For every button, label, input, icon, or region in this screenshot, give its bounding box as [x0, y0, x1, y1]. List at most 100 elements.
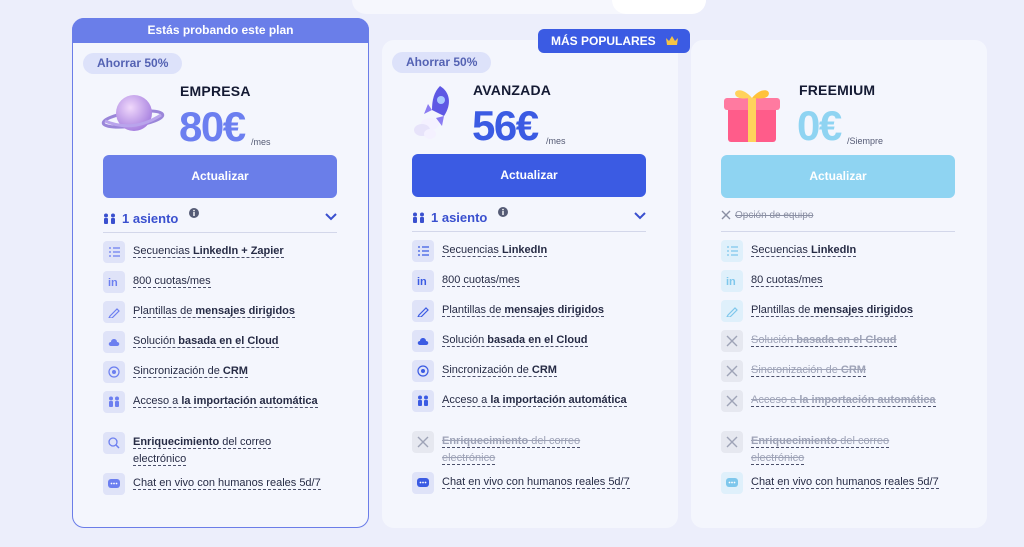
feature-text-bold: la importación automática [490, 394, 627, 406]
feature-text-pre: Sincronización de [751, 364, 841, 376]
feature-text: Chat en vivo con humanos reales 5d/7 [133, 475, 323, 492]
chevron-down-icon[interactable] [325, 213, 337, 221]
feature-text-pre: 800 cuotas/mes [442, 274, 520, 286]
close-icon [721, 390, 743, 412]
people-icon [413, 212, 424, 223]
linkedin-icon: in [103, 271, 125, 293]
seat-selector[interactable]: 1 asiento [103, 208, 337, 229]
pen-icon [412, 300, 434, 322]
feature-text: Plantillas de mensajes dirigidos [751, 302, 941, 319]
feature-text: Acceso a la importación automática [442, 392, 632, 409]
feature-text-pre: Plantillas de [442, 304, 505, 316]
linkedin-icon: in [412, 270, 434, 292]
feature-text: Secuencias LinkedIn + Zapier [133, 243, 323, 260]
feature-text-pre: Solución [442, 334, 488, 346]
feature-text-pre: Plantillas de [751, 304, 814, 316]
feature-text-pre: 800 cuotas/mes [133, 275, 211, 287]
feature-text-bold: CRM [222, 365, 248, 377]
plan-price: 0€ [797, 102, 842, 149]
feature-text-pre: Acceso a [133, 395, 182, 407]
price-period: /Siempre [847, 136, 884, 146]
svg-text:in: in [417, 276, 427, 287]
feature-text-pre: Chat en vivo con humanos reales 5d/7 [751, 476, 939, 488]
chat-icon [412, 472, 434, 494]
svg-text:in: in [108, 277, 118, 288]
popular-badge-label: MÁS POPULARES [551, 34, 656, 48]
pen-icon [103, 301, 125, 323]
seat-label: 1 asiento [431, 210, 488, 225]
feature-text-pre: Chat en vivo con humanos reales 5d/7 [133, 477, 321, 489]
info-icon[interactable] [189, 208, 199, 218]
feature-text: Solución basada en el Cloud [133, 333, 323, 350]
chevron-down-icon[interactable] [634, 212, 646, 220]
linkedin-icon: in [721, 270, 743, 292]
feature-text: Chat en vivo con humanos reales 5d/7 [751, 474, 941, 491]
chat-icon [103, 473, 125, 495]
billing-toggle-pill[interactable] [612, 0, 706, 14]
gift-icon [724, 90, 780, 142]
feature-text-pre: Secuencias [751, 244, 811, 256]
popular-badge: MÁS POPULARES [538, 29, 690, 53]
pen-icon [721, 300, 743, 322]
team-option-label: Opción de equipo [735, 210, 814, 221]
feature-text: Enriquecimiento del correo electrónico [133, 434, 323, 468]
feature-text: Secuencias LinkedIn [751, 242, 941, 259]
feature-text-bold: la importación automática [181, 395, 318, 407]
upgrade-button[interactable]: Actualizar [412, 154, 646, 197]
upgrade-button[interactable]: Actualizar [103, 155, 337, 198]
plan-name: FREEMIUM [799, 82, 876, 98]
sync-icon [103, 361, 125, 383]
upgrade-button[interactable]: Actualizar [721, 155, 955, 198]
list-icon [103, 241, 125, 263]
feature-text-bold: basada en el Cloud [178, 335, 279, 347]
feature-text-pre: Secuencias [442, 244, 502, 256]
team-option: Opción de equipo [721, 210, 813, 221]
feature-text: Sincronización de CRM [442, 362, 632, 379]
list-icon [721, 240, 743, 262]
feature-text: Acceso a la importación automática [133, 393, 323, 410]
feature-text-bold: LinkedIn [810, 244, 857, 256]
svg-text:in: in [726, 276, 736, 287]
feature-text-bold: mensajes dirigidos [813, 304, 914, 316]
feature-text-bold: mensajes dirigidos [195, 305, 296, 317]
feature-text-pre: 80 cuotas/mes [751, 274, 823, 286]
feature-text: Enriquecimiento del correo electrónico [442, 433, 632, 467]
feature-text-pre: Sincronización de [442, 364, 532, 376]
feature-text-bold: la importación automática [799, 394, 936, 406]
feature-text-bold: basada en el Cloud [796, 334, 897, 346]
feature-text: Solución basada en el Cloud [442, 332, 632, 349]
feature-text-bold: LinkedIn + Zapier [192, 245, 284, 257]
feature-text: Sincronización de CRM [133, 363, 323, 380]
cloud-icon [103, 331, 125, 353]
feature-text: Secuencias LinkedIn [442, 242, 632, 259]
feature-text: 800 cuotas/mes [133, 273, 323, 290]
feature-text-pre: Solución [133, 335, 179, 347]
feature-text: Sincronización de CRM [751, 362, 941, 379]
price-period: /mes [251, 137, 271, 147]
feature-text: 80 cuotas/mes [751, 272, 941, 289]
feature-text-pre: Plantillas de [133, 305, 196, 317]
rocket-icon [414, 86, 449, 139]
info-icon[interactable] [498, 207, 508, 217]
close-icon [412, 431, 434, 453]
price-period: /mes [546, 136, 566, 146]
feature-text-bold: CRM [840, 364, 866, 376]
feature-text: 800 cuotas/mes [442, 272, 632, 289]
search-icon [103, 432, 125, 454]
close-icon [721, 431, 743, 453]
people-icon [104, 213, 115, 224]
feature-text: Plantillas de mensajes dirigidos [442, 302, 632, 319]
feature-text-bold: CRM [531, 364, 557, 376]
divider [412, 231, 646, 232]
seat-label: 1 asiento [122, 211, 179, 226]
trial-banner: Estás probando este plan [72, 18, 369, 43]
plan-card-freemium: FREEMIUM 0€ /Siempre Actualizar Opción d… [691, 40, 987, 528]
crown-icon [666, 36, 678, 45]
people-icon [103, 391, 125, 413]
feature-text-pre: Acceso a [442, 394, 491, 406]
close-icon [721, 210, 731, 220]
divider [721, 231, 955, 232]
feature-text-bold: LinkedIn [501, 244, 548, 256]
seat-selector[interactable]: 1 asiento [412, 207, 646, 228]
feature-text-bold: basada en el Cloud [487, 334, 588, 346]
